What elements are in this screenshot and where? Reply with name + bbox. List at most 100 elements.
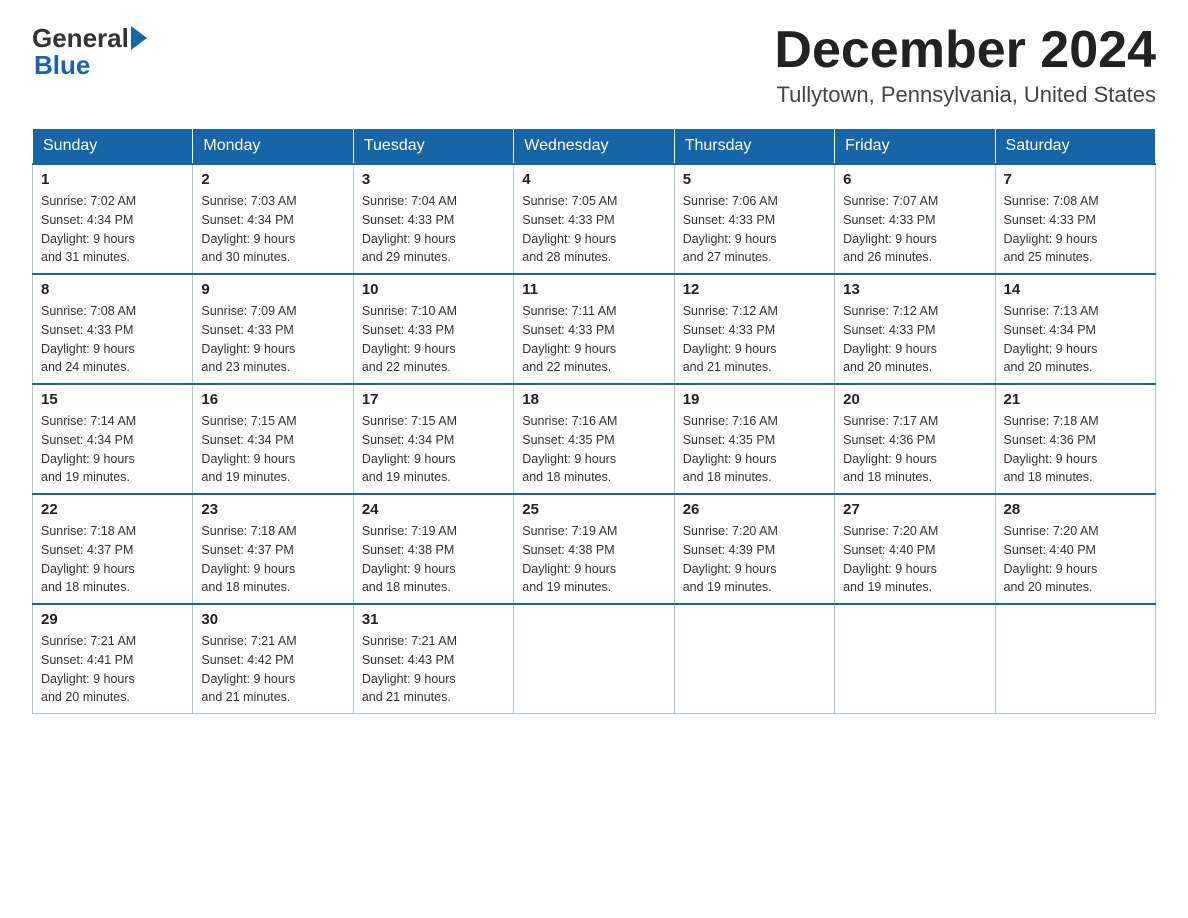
empty-cell <box>835 604 995 714</box>
location-title: Tullytown, Pennsylvania, United States <box>774 82 1156 108</box>
day-number-1: 1 <box>41 171 184 188</box>
day-info-29: Sunrise: 7:21 AMSunset: 4:41 PMDaylight:… <box>41 632 184 707</box>
day-info-5: Sunrise: 7:06 AMSunset: 4:33 PMDaylight:… <box>683 192 826 267</box>
day-number-2: 2 <box>201 171 344 188</box>
day-cell-23: 23 Sunrise: 7:18 AMSunset: 4:37 PMDayligh… <box>193 494 353 604</box>
day-number-10: 10 <box>362 281 505 298</box>
day-cell-30: 30Sunrise: 7:21 AMSunset: 4:42 PMDayligh… <box>193 604 353 714</box>
day-cell-22: 22 Sunrise: 7:18 AMSunset: 4:37 PMDayligh… <box>33 494 193 604</box>
day-cell-4: 4 Sunrise: 7:05 AMSunset: 4:33 PMDaylight… <box>514 164 674 274</box>
week-row-2: 8 Sunrise: 7:08 AMSunset: 4:33 PMDaylight… <box>33 274 1156 384</box>
title-section: December 2024 Tullytown, Pennsylvania, U… <box>774 24 1156 108</box>
day-number-6: 6 <box>843 171 986 188</box>
day-info-25: Sunrise: 7:19 AMSunset: 4:38 PMDaylight:… <box>522 522 665 597</box>
day-info-3: Sunrise: 7:04 AMSunset: 4:33 PMDaylight:… <box>362 192 505 267</box>
day-cell-10: 10 Sunrise: 7:10 AMSunset: 4:33 PMDayligh… <box>353 274 513 384</box>
day-number-26: 26 <box>683 501 826 518</box>
day-info-8: Sunrise: 7:08 AMSunset: 4:33 PMDaylight:… <box>41 302 184 377</box>
day-info-20: Sunrise: 7:17 AMSunset: 4:36 PMDaylight:… <box>843 412 986 487</box>
day-info-22: Sunrise: 7:18 AMSunset: 4:37 PMDaylight:… <box>41 522 184 597</box>
day-info-7: Sunrise: 7:08 AMSunset: 4:33 PMDaylight:… <box>1004 192 1147 267</box>
day-number-13: 13 <box>843 281 986 298</box>
day-number-7: 7 <box>1004 171 1147 188</box>
day-cell-20: 20 Sunrise: 7:17 AMSunset: 4:36 PMDayligh… <box>835 384 995 494</box>
empty-cell <box>514 604 674 714</box>
day-cell-14: 14 Sunrise: 7:13 AMSunset: 4:34 PMDayligh… <box>995 274 1155 384</box>
day-cell-15: 15 Sunrise: 7:14 AMSunset: 4:34 PMDayligh… <box>33 384 193 494</box>
day-info-12: Sunrise: 7:12 AMSunset: 4:33 PMDaylight:… <box>683 302 826 377</box>
day-cell-2: 2 Sunrise: 7:03 AMSunset: 4:34 PMDaylight… <box>193 164 353 274</box>
day-number-27: 27 <box>843 501 986 518</box>
day-number-20: 20 <box>843 391 986 408</box>
day-cell-28: 28 Sunrise: 7:20 AMSunset: 4:40 PMDayligh… <box>995 494 1155 604</box>
week-row-3: 15 Sunrise: 7:14 AMSunset: 4:34 PMDayligh… <box>33 384 1156 494</box>
day-info-14: Sunrise: 7:13 AMSunset: 4:34 PMDaylight:… <box>1004 302 1147 377</box>
day-number-5: 5 <box>683 171 826 188</box>
day-info-13: Sunrise: 7:12 AMSunset: 4:33 PMDaylight:… <box>843 302 986 377</box>
weekday-header-tuesday: Tuesday <box>353 129 513 165</box>
day-cell-19: 19Sunrise: 7:16 AMSunset: 4:35 PMDayligh… <box>674 384 834 494</box>
day-cell-18: 18Sunrise: 7:16 AMSunset: 4:35 PMDayligh… <box>514 384 674 494</box>
day-cell-8: 8 Sunrise: 7:08 AMSunset: 4:33 PMDaylight… <box>33 274 193 384</box>
empty-cell <box>995 604 1155 714</box>
day-number-16: 16 <box>201 391 344 408</box>
day-cell-24: 24 Sunrise: 7:19 AMSunset: 4:38 PMDayligh… <box>353 494 513 604</box>
day-info-24: Sunrise: 7:19 AMSunset: 4:38 PMDaylight:… <box>362 522 505 597</box>
day-cell-13: 13 Sunrise: 7:12 AMSunset: 4:33 PMDayligh… <box>835 274 995 384</box>
day-info-2: Sunrise: 7:03 AMSunset: 4:34 PMDaylight:… <box>201 192 344 267</box>
day-cell-12: 12 Sunrise: 7:12 AMSunset: 4:33 PMDayligh… <box>674 274 834 384</box>
day-number-15: 15 <box>41 391 184 408</box>
weekday-header-wednesday: Wednesday <box>514 129 674 165</box>
day-cell-16: 16 Sunrise: 7:15 AMSunset: 4:34 PMDayligh… <box>193 384 353 494</box>
day-number-19: 19 <box>683 391 826 408</box>
day-number-8: 8 <box>41 281 184 298</box>
day-cell-1: 1 Sunrise: 7:02 AMSunset: 4:34 PMDaylight… <box>33 164 193 274</box>
day-number-31: 31 <box>362 611 505 628</box>
day-cell-27: 27Sunrise: 7:20 AMSunset: 4:40 PMDayligh… <box>835 494 995 604</box>
day-info-16: Sunrise: 7:15 AMSunset: 4:34 PMDaylight:… <box>201 412 344 487</box>
day-cell-9: 9 Sunrise: 7:09 AMSunset: 4:33 PMDaylight… <box>193 274 353 384</box>
day-cell-17: 17Sunrise: 7:15 AMSunset: 4:34 PMDayligh… <box>353 384 513 494</box>
weekday-header-sunday: Sunday <box>33 129 193 165</box>
day-number-11: 11 <box>522 281 665 298</box>
day-number-23: 23 <box>201 501 344 518</box>
day-info-26: Sunrise: 7:20 AMSunset: 4:39 PMDaylight:… <box>683 522 826 597</box>
day-info-31: Sunrise: 7:21 AMSunset: 4:43 PMDaylight:… <box>362 632 505 707</box>
day-number-9: 9 <box>201 281 344 298</box>
weekday-header-friday: Friday <box>835 129 995 165</box>
day-info-15: Sunrise: 7:14 AMSunset: 4:34 PMDaylight:… <box>41 412 184 487</box>
day-number-24: 24 <box>362 501 505 518</box>
day-cell-29: 29Sunrise: 7:21 AMSunset: 4:41 PMDayligh… <box>33 604 193 714</box>
day-info-10: Sunrise: 7:10 AMSunset: 4:33 PMDaylight:… <box>362 302 505 377</box>
day-number-28: 28 <box>1004 501 1147 518</box>
day-info-1: Sunrise: 7:02 AMSunset: 4:34 PMDaylight:… <box>41 192 184 267</box>
day-number-3: 3 <box>362 171 505 188</box>
day-number-30: 30 <box>201 611 344 628</box>
day-number-25: 25 <box>522 501 665 518</box>
day-number-4: 4 <box>522 171 665 188</box>
day-number-14: 14 <box>1004 281 1147 298</box>
day-cell-3: 3 Sunrise: 7:04 AMSunset: 4:33 PMDaylight… <box>353 164 513 274</box>
day-info-6: Sunrise: 7:07 AMSunset: 4:33 PMDaylight:… <box>843 192 986 267</box>
day-cell-26: 26 Sunrise: 7:20 AMSunset: 4:39 PMDayligh… <box>674 494 834 604</box>
logo-blue-text: Blue <box>32 51 147 80</box>
day-cell-31: 31 Sunrise: 7:21 AMSunset: 4:43 PMDayligh… <box>353 604 513 714</box>
day-number-22: 22 <box>41 501 184 518</box>
day-info-28: Sunrise: 7:20 AMSunset: 4:40 PMDaylight:… <box>1004 522 1147 597</box>
day-info-4: Sunrise: 7:05 AMSunset: 4:33 PMDaylight:… <box>522 192 665 267</box>
day-info-23: Sunrise: 7:18 AMSunset: 4:37 PMDaylight:… <box>201 522 344 597</box>
day-info-17: Sunrise: 7:15 AMSunset: 4:34 PMDaylight:… <box>362 412 505 487</box>
calendar-table: SundayMondayTuesdayWednesdayThursdayFrid… <box>32 128 1156 714</box>
weekday-header-monday: Monday <box>193 129 353 165</box>
day-info-9: Sunrise: 7:09 AMSunset: 4:33 PMDaylight:… <box>201 302 344 377</box>
day-info-21: Sunrise: 7:18 AMSunset: 4:36 PMDaylight:… <box>1004 412 1147 487</box>
day-info-11: Sunrise: 7:11 AMSunset: 4:33 PMDaylight:… <box>522 302 665 377</box>
day-cell-11: 11 Sunrise: 7:11 AMSunset: 4:33 PMDayligh… <box>514 274 674 384</box>
logo-general-text: General <box>32 24 129 53</box>
week-row-4: 22 Sunrise: 7:18 AMSunset: 4:37 PMDayligh… <box>33 494 1156 604</box>
empty-cell <box>674 604 834 714</box>
weekday-header-row: SundayMondayTuesdayWednesdayThursdayFrid… <box>33 129 1156 165</box>
day-number-12: 12 <box>683 281 826 298</box>
day-cell-21: 21Sunrise: 7:18 AMSunset: 4:36 PMDayligh… <box>995 384 1155 494</box>
weekday-header-thursday: Thursday <box>674 129 834 165</box>
